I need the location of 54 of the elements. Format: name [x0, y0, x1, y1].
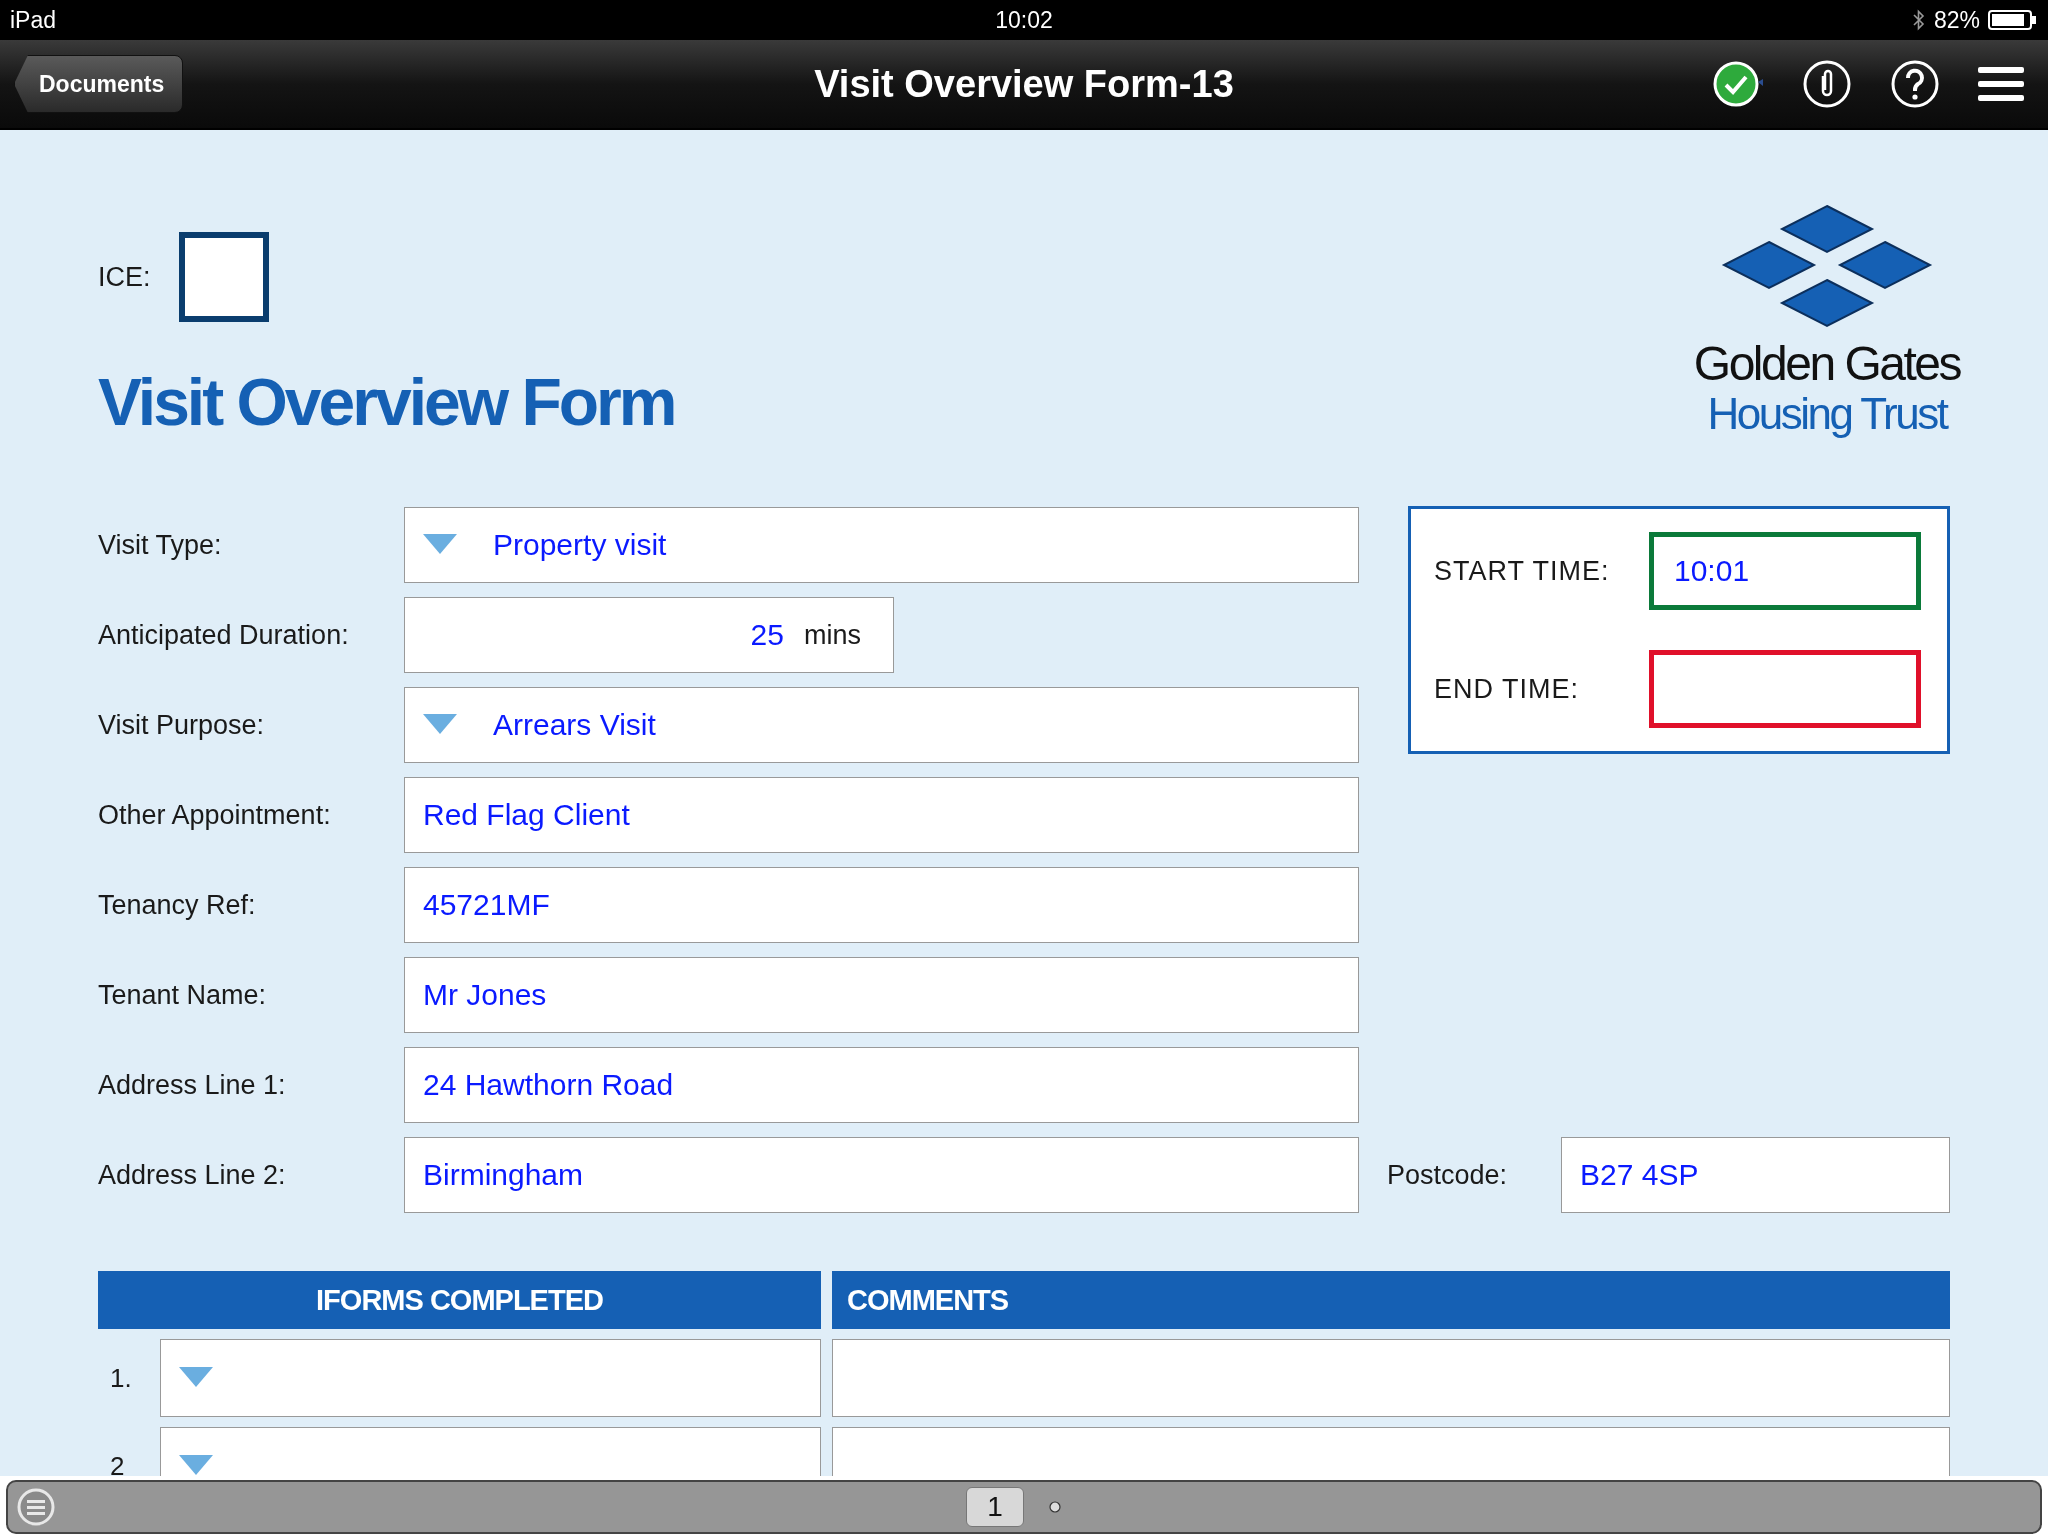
field-label: Address Line 2: — [98, 1159, 287, 1191]
ice-checkbox[interactable] — [178, 232, 269, 322]
input-field[interactable]: Birmingham — [404, 1137, 1359, 1213]
form-title: Visit Overview Form — [98, 364, 675, 441]
input-field[interactable]: Red Flag Client — [404, 777, 1359, 853]
duration-field[interactable]: 25 mins — [404, 597, 894, 673]
time-field[interactable]: 10:01 — [1649, 532, 1921, 610]
battery-percent: 82% — [1933, 6, 1980, 34]
field-label: Tenant Name: — [98, 979, 268, 1011]
dropdown-field[interactable] — [160, 1339, 821, 1417]
page-dot-icon[interactable] — [1048, 1500, 1062, 1514]
postcode-field[interactable]: B27 4SP — [1561, 1137, 1950, 1213]
dropdown-field[interactable]: Property visit — [404, 507, 1359, 583]
field-value: Arrears Visit — [493, 708, 656, 742]
postcode-label: Postcode: — [1387, 1159, 1509, 1191]
column-header: COMMENTS — [832, 1271, 1950, 1329]
time-label: START TIME: — [1434, 555, 1611, 587]
dropdown-arrow-icon — [179, 1367, 213, 1389]
dropdown-arrow-icon — [423, 714, 457, 736]
logo-name: Golden Gates — [1693, 338, 1960, 390]
field-label: Address Line 1: — [98, 1069, 287, 1101]
time-label: END TIME: — [1434, 673, 1580, 705]
field-value: Property visit — [493, 528, 667, 562]
ice-label: ICE: — [98, 261, 151, 293]
column-header: IFORMS COMPLETED — [98, 1271, 821, 1329]
dropdown-arrow-icon — [423, 534, 457, 556]
device-name: iPad — [10, 6, 57, 34]
time-field[interactable] — [1649, 650, 1921, 728]
list-menu-icon[interactable] — [16, 1487, 56, 1527]
input-field[interactable]: Mr Jones — [404, 957, 1359, 1033]
field-label: Anticipated Duration: — [98, 619, 350, 651]
field-label: Other Appointment: — [98, 799, 332, 831]
battery-icon — [1988, 9, 2038, 31]
paperclip-icon[interactable] — [1802, 59, 1852, 109]
field-value: 25 — [750, 618, 784, 652]
page-button[interactable]: 1 — [966, 1487, 1024, 1527]
clock-time: 10:02 — [995, 6, 1053, 34]
nav-title: Visit Overview Form-13 — [814, 62, 1234, 106]
field-label: Visit Type: — [98, 529, 223, 561]
input-field[interactable]: 24 Hawthorn Road — [404, 1047, 1359, 1123]
help-icon[interactable] — [1890, 59, 1940, 109]
field-label: Visit Purpose: — [98, 709, 266, 741]
row-number: 2 — [109, 1449, 126, 1476]
input-field[interactable]: 45721MF — [404, 867, 1359, 943]
unit-label: mins — [804, 619, 861, 651]
logo-subtitle: Housing Trust — [1707, 390, 1947, 438]
comment-field[interactable] — [832, 1339, 1950, 1417]
menu-icon[interactable] — [1978, 64, 2024, 104]
bluetooth-icon — [1911, 9, 1926, 31]
row-number: 1. — [109, 1361, 133, 1395]
dropdown-field[interactable]: Arrears Visit — [404, 687, 1359, 763]
documents-back-button[interactable]: Documents — [14, 55, 184, 113]
field-label: Tenancy Ref: — [98, 889, 257, 921]
dropdown-arrow-icon — [179, 1455, 213, 1476]
